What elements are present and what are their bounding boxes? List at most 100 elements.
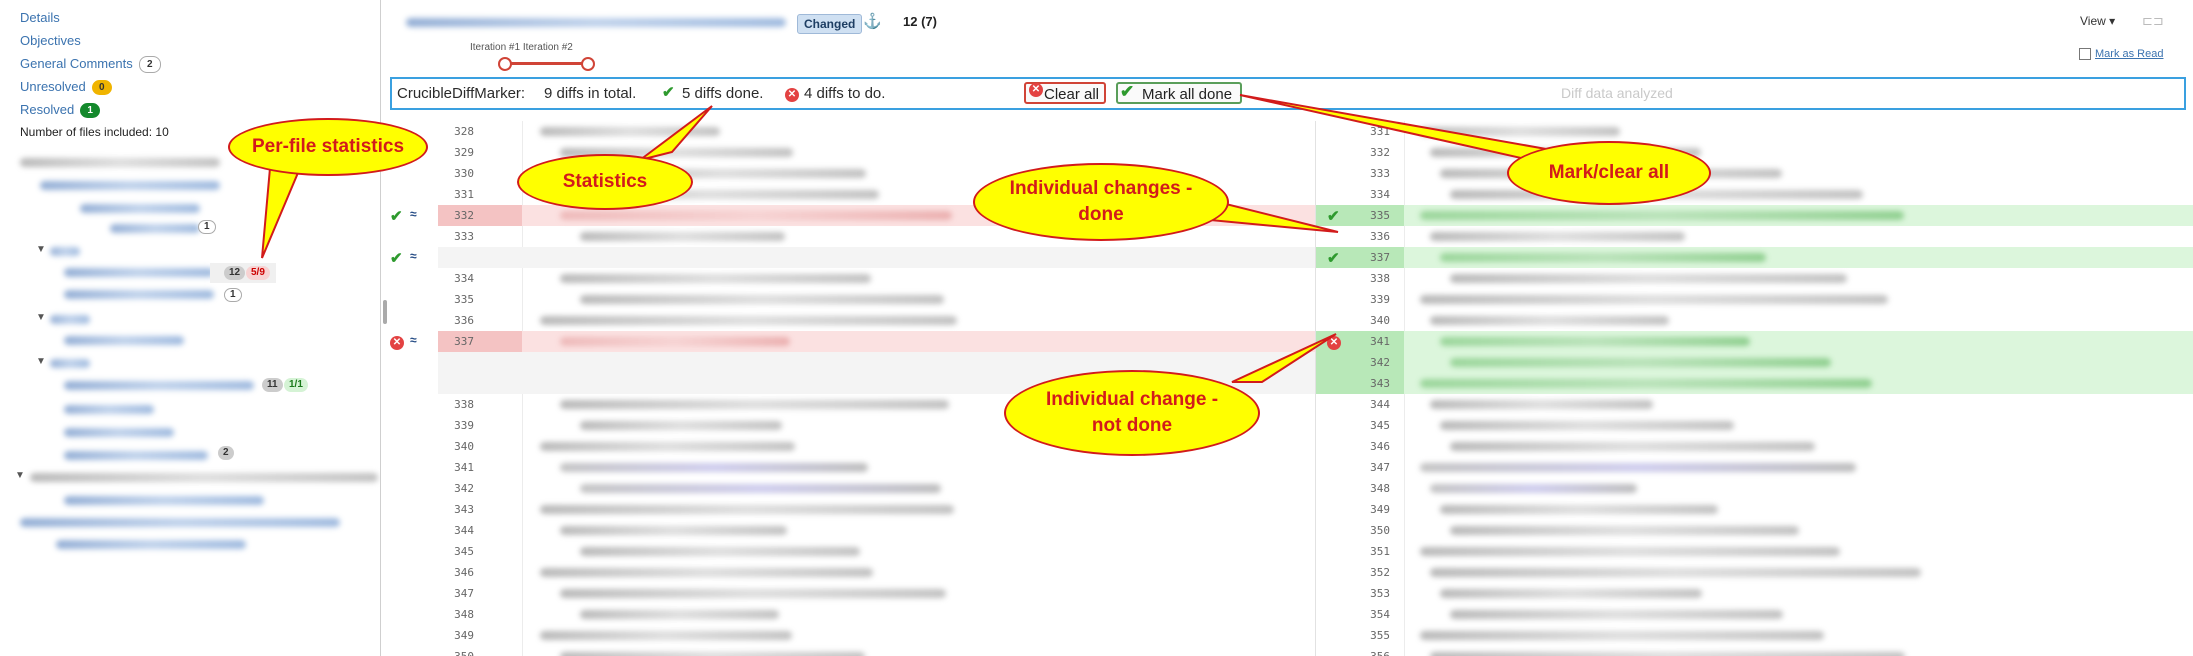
tree-folder-blurred[interactable] [50, 315, 90, 324]
double-chevron-icon[interactable]: ≈ [410, 333, 416, 347]
clear-all-button[interactable]: ✕ Clear all [1024, 82, 1106, 104]
diff-row: 346 352 [390, 562, 2193, 583]
check-icon: ✔ [662, 84, 675, 101]
tree-file-blurred[interactable] [64, 336, 184, 345]
check-icon[interactable]: ✔ [390, 207, 403, 225]
code-line-blurred [1430, 484, 1637, 493]
sidebar-link-details[interactable]: Details [20, 10, 60, 25]
tree-file-blurred[interactable] [64, 496, 264, 505]
sidebar-link-unresolved[interactable]: Unresolved 0 [20, 79, 112, 96]
code-line-blurred [1450, 526, 1799, 535]
tree-folder-blurred[interactable] [30, 473, 378, 482]
code-line-blurred [540, 127, 720, 136]
left-line-number: 338 [454, 398, 474, 411]
sidebar-link-objectives[interactable]: Objectives [20, 33, 81, 48]
code-line-blurred [1440, 589, 1702, 598]
left-line-number: 336 [454, 314, 474, 327]
sidebar-link-resolved[interactable]: Resolved 1 [20, 102, 101, 119]
right-line-number: 356 [1350, 650, 1390, 656]
tree-file-blurred[interactable] [56, 540, 246, 549]
tree-file-blurred[interactable] [64, 381, 254, 390]
diff-row: 338 344 [390, 394, 2193, 415]
code-line-blurred [1420, 379, 1872, 388]
left-line-number: 350 [434, 650, 474, 656]
revision-slider-track[interactable] [504, 62, 588, 65]
check-icon[interactable]: ✔ [1327, 249, 1340, 267]
left-line-number: 344 [454, 524, 474, 537]
code-line-blurred [560, 211, 952, 220]
revision-slider-end-handle[interactable] [581, 57, 595, 71]
code-line-blurred [1450, 274, 1847, 283]
tree-item-blurred[interactable] [110, 224, 200, 233]
mark-as-read-link[interactable]: Mark as Read [2095, 48, 2163, 60]
diffs-total: 9 diffs in total. [544, 85, 637, 102]
tree-file-badge: 1 [198, 220, 216, 234]
right-line-number: 344 [1370, 398, 1390, 411]
diff-row: 342 [390, 352, 2193, 373]
tree-item-blurred[interactable] [80, 204, 200, 213]
code-line-blurred [1440, 421, 1734, 430]
changed-status-badge: Changed [797, 14, 863, 34]
tree-file-blurred[interactable] [64, 290, 214, 299]
view-menu-dropdown[interactable]: View ▾ [2080, 14, 2115, 28]
check-icon[interactable]: ✔ [1327, 207, 1340, 225]
double-chevron-icon[interactable]: ≈ [410, 207, 416, 221]
tree-expand-icon[interactable]: ▼ [36, 312, 46, 323]
left-line-number: 330 [454, 167, 474, 180]
code-line-blurred [1440, 253, 1766, 262]
empty-line-placeholder [438, 352, 1315, 373]
diff-row: 343 [390, 373, 2193, 394]
left-line-number: 332 [454, 209, 474, 222]
tree-file-blurred[interactable] [64, 268, 214, 277]
right-line-number: 347 [1370, 461, 1390, 474]
code-line-blurred [1420, 463, 1856, 472]
left-line-number: 345 [454, 545, 474, 558]
right-line-number: 334 [1370, 188, 1390, 201]
tree-file-blurred[interactable] [64, 405, 154, 414]
diff-row: 339 345 [390, 415, 2193, 436]
code-line-blurred [560, 337, 790, 346]
tree-item-blurred[interactable] [40, 181, 220, 190]
tree-expand-icon[interactable]: ▼ [36, 356, 46, 367]
tree-file-blurred[interactable] [20, 518, 340, 527]
x-circle-icon[interactable]: ✕ [1327, 333, 1341, 350]
tree-file-blurred[interactable] [64, 451, 208, 460]
right-line-number: 353 [1370, 587, 1390, 600]
fullscreen-icon[interactable]: ⊏⊐ [2142, 13, 2164, 29]
mark-all-done-button[interactable]: ✔ Mark all done [1116, 82, 1242, 104]
diff-row: 332 335 ✔ ≈ ✔ [390, 205, 2193, 226]
right-line-number: 335 [1370, 209, 1390, 222]
mark-as-read-checkbox[interactable] [2079, 48, 2091, 60]
right-line-number: 346 [1370, 440, 1390, 453]
sidebar-link-general-comments[interactable]: General Comments 2 [20, 56, 161, 74]
code-line-blurred [1450, 610, 1783, 619]
tree-folder-blurred[interactable] [50, 247, 80, 256]
tree-expand-icon[interactable]: ▼ [36, 244, 46, 255]
code-line-blurred [1430, 652, 1905, 656]
callout-mark-clear-all: Mark/clear all [1507, 141, 1711, 205]
left-line-number: 349 [454, 629, 474, 642]
mark-all-done-label: Mark all done [1142, 86, 1233, 103]
code-line-blurred [560, 589, 946, 598]
code-line-blurred [1420, 631, 1824, 640]
diff-row: 340 346 [390, 436, 2193, 457]
right-line-number: 342 [1370, 356, 1390, 369]
double-chevron-icon[interactable]: ≈ [410, 249, 416, 263]
right-line-number: 354 [1370, 608, 1390, 621]
check-icon[interactable]: ✔ [390, 249, 403, 267]
right-line-number: 340 [1370, 314, 1390, 327]
code-line-blurred [560, 463, 868, 472]
code-line-blurred [1420, 547, 1840, 556]
left-line-number: 347 [454, 587, 474, 600]
clear-all-label: Clear all [1044, 86, 1100, 103]
tree-expand-icon[interactable]: ▼ [15, 470, 25, 481]
code-line-blurred [560, 274, 871, 283]
sidebar-resize-handle[interactable] [383, 300, 387, 324]
diff-row: 349 355 [390, 625, 2193, 646]
tree-file-blurred[interactable] [64, 428, 174, 437]
tree-folder-blurred[interactable] [50, 359, 90, 368]
x-circle-icon[interactable]: ✕ [390, 333, 404, 350]
revision-slider-start-handle[interactable] [498, 57, 512, 71]
anchor-icon[interactable]: ⚓ [863, 12, 882, 30]
files-included-count: Number of files included: 10 [20, 125, 169, 139]
